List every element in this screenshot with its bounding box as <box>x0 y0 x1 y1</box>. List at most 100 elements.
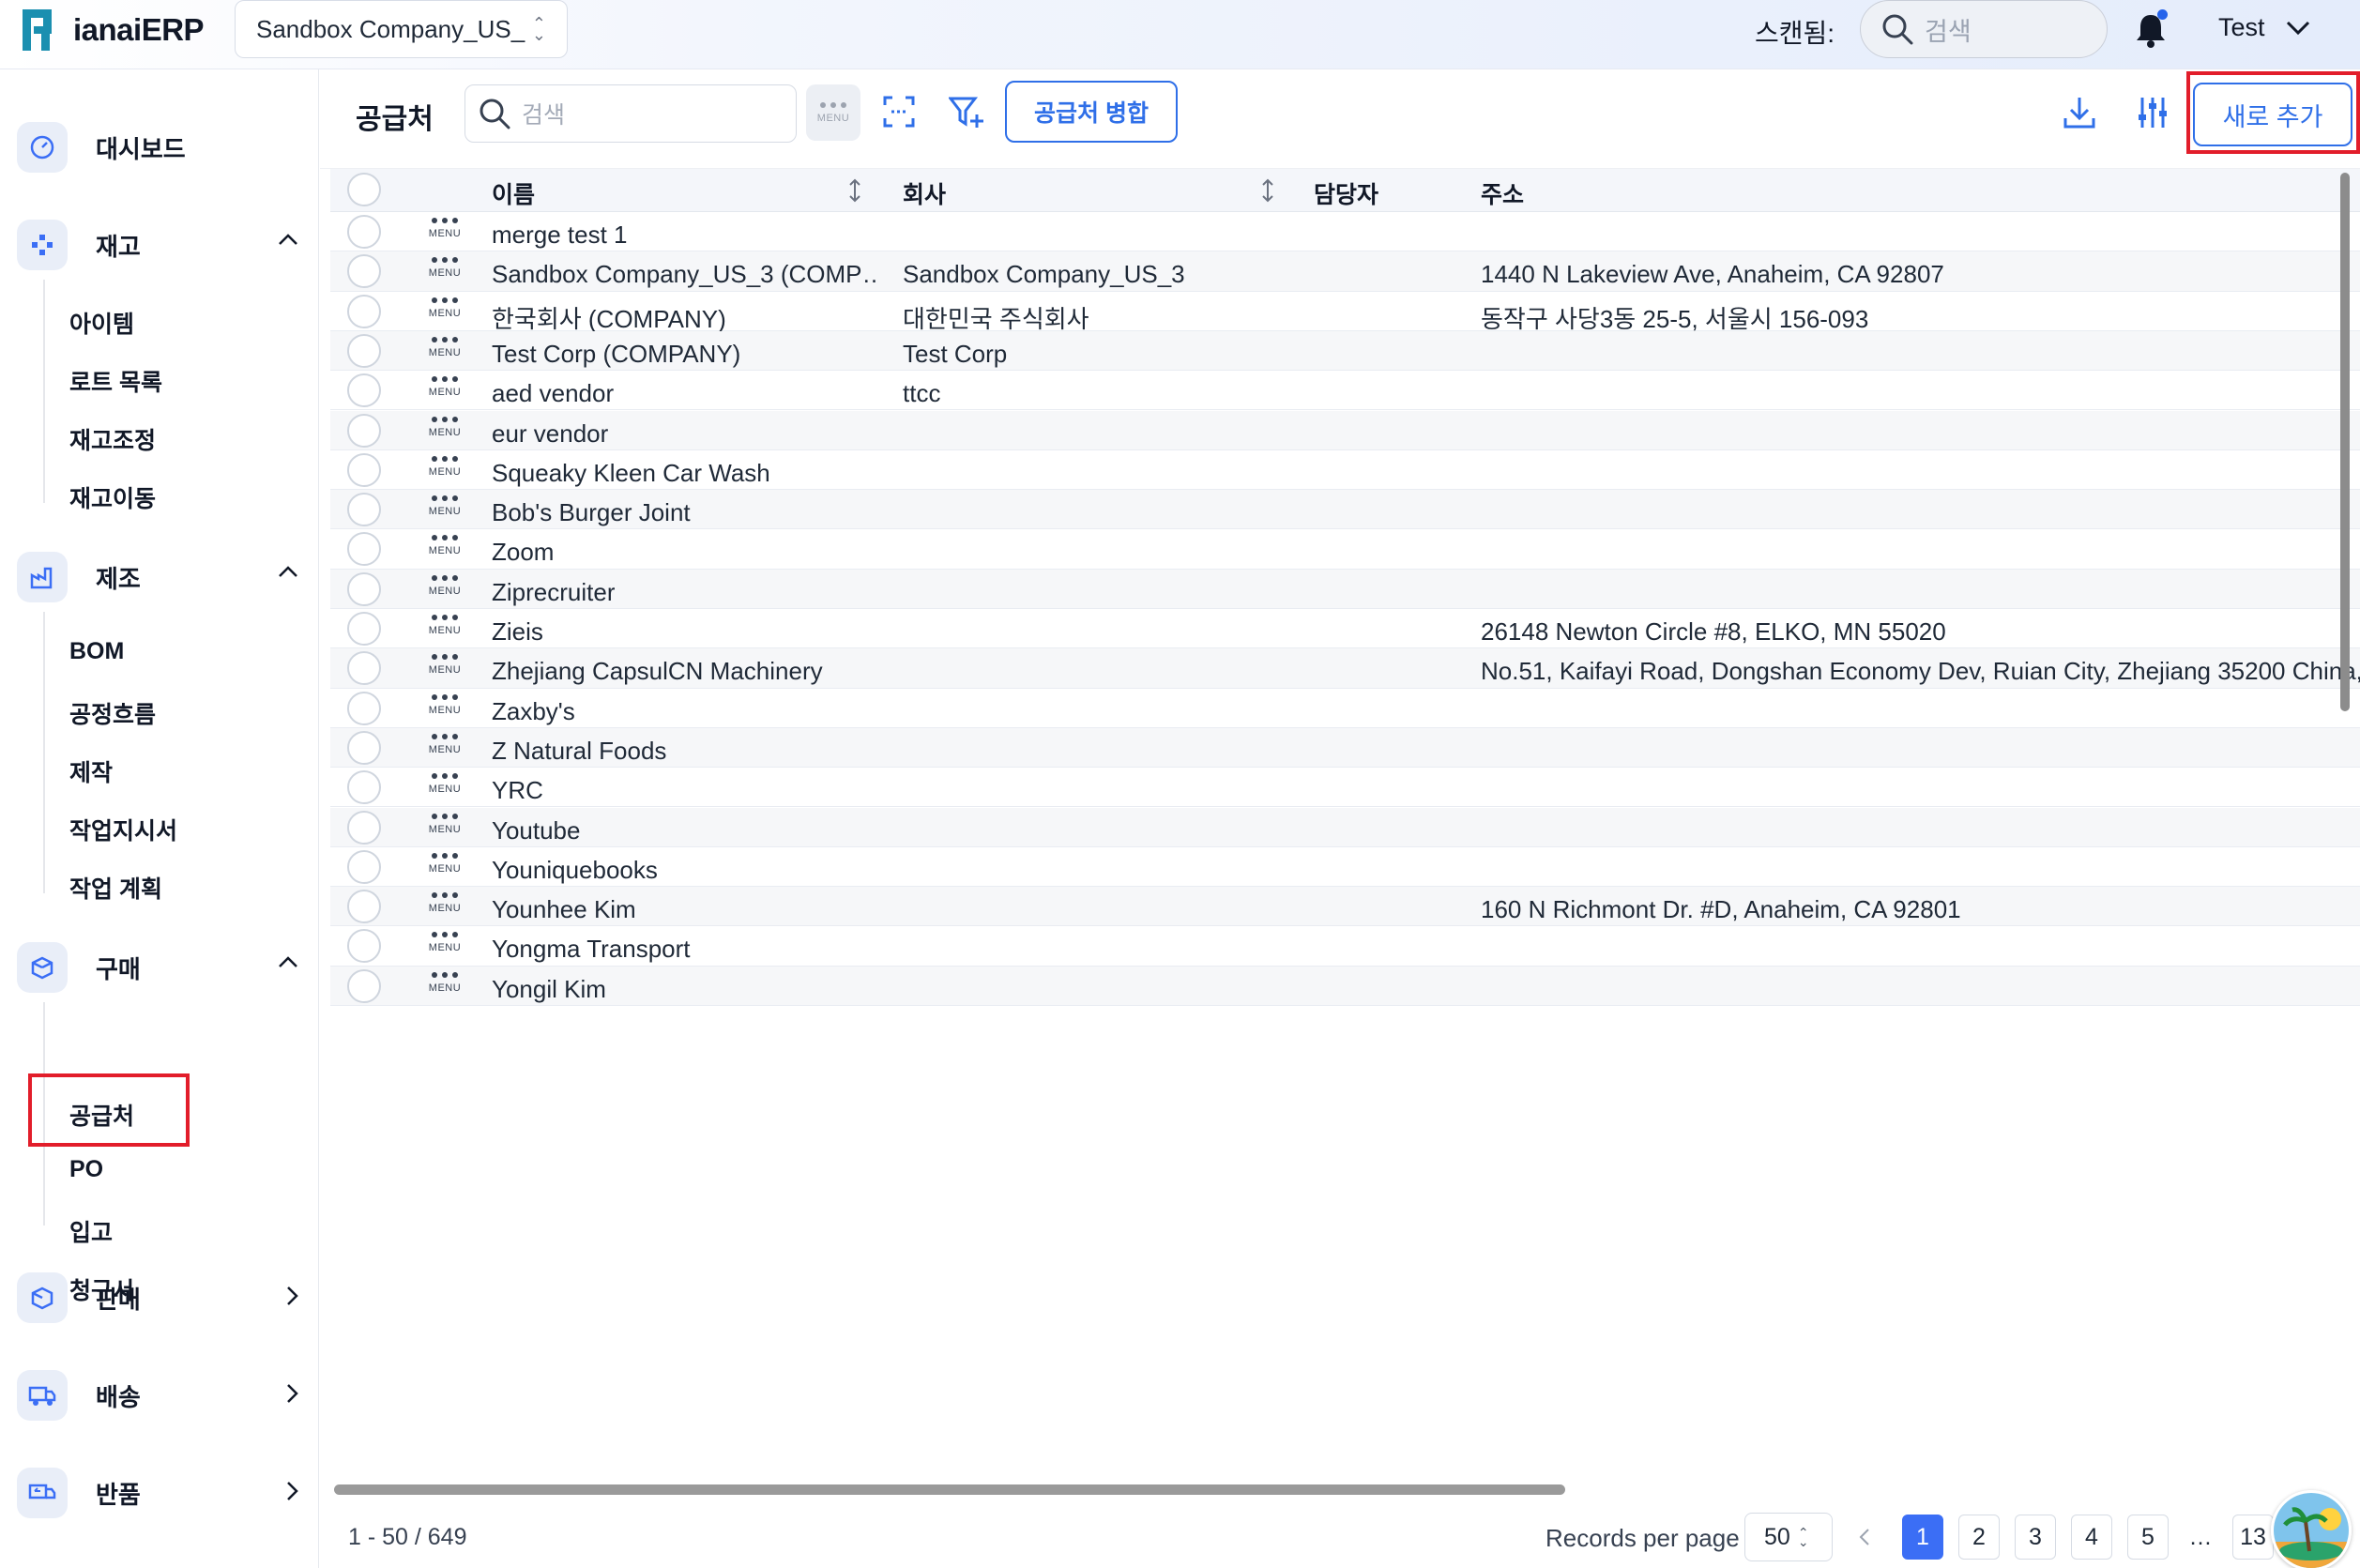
row-checkbox[interactable] <box>347 294 381 328</box>
sidebar-item-po[interactable]: PO <box>69 1156 103 1183</box>
column-header-company[interactable]: 회사 <box>903 176 946 210</box>
table-row[interactable]: MENU Zaxby's <box>330 688 2360 728</box>
cell-name[interactable]: Z Natural Foods <box>492 737 666 766</box>
company-select[interactable]: Sandbox Company_US_ ⌃ ⌄ <box>235 0 568 58</box>
vertical-scrollbar[interactable] <box>2340 173 2350 711</box>
sidebar-group-returns[interactable]: 반품 <box>17 1468 298 1518</box>
cell-name[interactable]: Ziprecruiter <box>492 578 615 607</box>
user-menu[interactable]: Test <box>2218 13 2310 42</box>
row-menu-button[interactable]: MENU <box>424 535 465 567</box>
logo[interactable]: ianaiERP <box>21 8 205 53</box>
row-menu-button[interactable]: MENU <box>424 218 465 250</box>
row-checkbox[interactable] <box>347 571 381 606</box>
row-checkbox[interactable] <box>347 849 381 884</box>
scan-icon[interactable] <box>883 96 915 128</box>
row-menu-button[interactable]: MENU <box>424 615 465 647</box>
records-per-page-select[interactable]: 50 ⌃ ⌄ <box>1744 1513 1833 1561</box>
row-menu-button[interactable]: MENU <box>424 654 465 686</box>
cell-name[interactable]: Test Corp (COMPANY) <box>492 340 740 369</box>
sidebar-item-items[interactable]: 아이템 <box>69 306 134 340</box>
table-row[interactable]: MENU Youniquebooks <box>330 846 2360 888</box>
row-menu-button[interactable]: MENU <box>424 574 465 607</box>
row-menu-button[interactable]: MENU <box>424 773 465 805</box>
sidebar-item-process-flow[interactable]: 공정흐름 <box>69 696 156 730</box>
global-search-input[interactable]: 검색 <box>1860 0 2108 58</box>
table-row[interactable]: MENU Z Natural Foods <box>330 727 2360 769</box>
sidebar-item-bom[interactable]: BOM <box>69 638 124 665</box>
add-filter-icon[interactable] <box>949 96 984 129</box>
row-menu-button[interactable]: MENU <box>424 892 465 924</box>
sidebar-group-manufacturing[interactable]: 제조 <box>17 552 298 602</box>
sidebar-group-inventory[interactable]: 재고 <box>17 220 298 270</box>
table-row[interactable]: MENU Bob's Burger Joint <box>330 490 2360 530</box>
merge-vendors-button[interactable]: 공급처 병합 <box>1005 81 1178 143</box>
row-checkbox[interactable] <box>347 254 381 289</box>
cell-name[interactable]: merge test 1 <box>492 221 628 250</box>
row-checkbox[interactable] <box>347 691 381 725</box>
row-checkbox[interactable] <box>347 810 381 845</box>
table-row[interactable]: MENU Ziprecruiter <box>330 569 2360 609</box>
row-checkbox[interactable] <box>347 770 381 805</box>
row-menu-button[interactable]: MENU <box>424 336 465 369</box>
row-menu-button[interactable]: MENU <box>424 376 465 408</box>
notification-bell-icon[interactable] <box>2132 9 2170 51</box>
download-icon[interactable] <box>2063 96 2095 129</box>
row-menu-button[interactable]: MENU <box>424 297 465 329</box>
sidebar-group-dashboard[interactable]: 대시보드 <box>17 122 298 173</box>
column-header-name[interactable]: 이름 <box>492 176 535 210</box>
row-menu-button[interactable]: MENU <box>424 733 465 766</box>
table-row[interactable]: MENU Yongma Transport <box>330 926 2360 967</box>
cell-name[interactable]: Yongil Kim <box>492 975 606 1004</box>
cell-name[interactable]: Bob's Burger Joint <box>492 498 691 527</box>
sidebar-item-lots[interactable]: 로트 목록 <box>69 364 162 398</box>
page-button[interactable]: 1 <box>1902 1515 1943 1560</box>
cell-name[interactable]: Zieis <box>492 617 543 647</box>
assistant-avatar[interactable] <box>2271 1490 2352 1568</box>
table-row[interactable]: MENU YRC <box>330 768 2360 808</box>
row-checkbox[interactable] <box>347 373 381 408</box>
sidebar-item-receiving[interactable]: 입고 <box>69 1214 113 1248</box>
row-checkbox[interactable] <box>347 968 381 1003</box>
row-checkbox[interactable] <box>347 333 381 368</box>
cell-name[interactable]: Zhejiang CapsulCN Machinery <box>492 657 823 686</box>
row-menu-button[interactable]: MENU <box>424 852 465 885</box>
sidebar-group-sales[interactable]: 판매 <box>17 1272 298 1323</box>
column-header-address[interactable]: 주소 <box>1481 176 1524 210</box>
sidebar-item-work-orders[interactable]: 작업지시서 <box>69 813 177 846</box>
page-button[interactable]: 2 <box>1958 1515 2000 1560</box>
table-row[interactable]: MENU Squeaky Kleen Car Wash <box>330 449 2360 491</box>
row-checkbox[interactable] <box>347 730 381 765</box>
table-row[interactable]: MENU Test Corp (COMPANY) Test Corp <box>330 330 2360 372</box>
page-button[interactable]: 5 <box>2127 1515 2169 1560</box>
sidebar-group-shipping[interactable]: 배송 <box>17 1370 298 1421</box>
table-row[interactable]: MENU merge test 1 <box>330 212 2360 252</box>
table-row[interactable]: MENU 한국회사 (COMPANY) 대한민국 주식회사 동작구 사당3동 25-5… <box>330 291 2360 333</box>
cell-name[interactable]: Zaxby's <box>492 697 575 726</box>
row-menu-button[interactable]: MENU <box>424 813 465 845</box>
page-button[interactable]: 13 <box>2232 1515 2274 1560</box>
bulk-menu-button[interactable]: MENU <box>806 84 860 141</box>
cell-name[interactable]: Younhee Kim <box>492 895 636 924</box>
sidebar-item-work-plan[interactable]: 작업 계획 <box>69 871 162 905</box>
table-row[interactable]: MENU Zieis 26148 Newton Circle #8, ELKO, M… <box>330 609 2360 649</box>
select-all-checkbox[interactable] <box>347 173 381 206</box>
row-menu-button[interactable]: MENU <box>424 495 465 527</box>
row-menu-button[interactable]: MENU <box>424 455 465 488</box>
table-row[interactable]: MENU eur vendor <box>330 410 2360 450</box>
table-row[interactable]: MENU Zoom <box>330 529 2360 570</box>
row-checkbox[interactable] <box>347 215 381 249</box>
table-row[interactable]: MENU Zhejiang CapsulCN Machinery No.51, Ka… <box>330 648 2360 689</box>
cell-name[interactable]: Zoom <box>492 538 554 567</box>
row-menu-button[interactable]: MENU <box>424 257 465 289</box>
column-header-contact[interactable]: 담당자 <box>1314 176 1378 210</box>
row-menu-button[interactable]: MENU <box>424 932 465 964</box>
cell-name[interactable]: aed vendor <box>492 379 614 408</box>
sort-icon[interactable] <box>848 178 861 203</box>
column-settings-icon[interactable] <box>2137 96 2169 129</box>
table-row[interactable]: MENU Younhee Kim 160 N Richmont Dr. #D, An… <box>330 887 2360 927</box>
page-button[interactable]: 3 <box>2015 1515 2056 1560</box>
sidebar-item-adjustments[interactable]: 재고조정 <box>69 422 156 456</box>
row-checkbox[interactable] <box>347 612 381 646</box>
cell-name[interactable]: Sandbox Company_US_3 (COMP… <box>492 260 876 289</box>
sidebar-group-purchasing[interactable]: 구매 <box>17 942 298 993</box>
